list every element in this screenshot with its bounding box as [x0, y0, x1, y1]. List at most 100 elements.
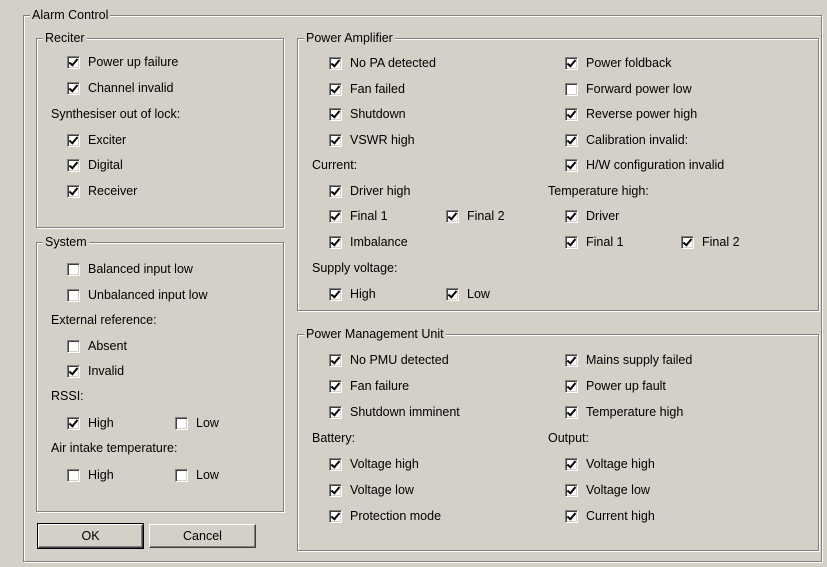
rssi-high-checkbox[interactable]: High — [67, 414, 114, 432]
calibration-invalid-checkbox-box[interactable] — [565, 133, 578, 147]
reciter-exciter-checkbox[interactable]: Exciter — [67, 131, 126, 149]
shutdown-imminent-checkbox[interactable]: Shutdown imminent — [329, 403, 460, 421]
fan-failed-checkbox-box[interactable] — [329, 82, 342, 96]
pmu-fan-failure-checkbox[interactable]: Fan failure — [329, 377, 409, 395]
shutdown-imminent-checkbox-box[interactable] — [329, 405, 342, 419]
synth-heading: Synthesiser out of lock: — [51, 107, 181, 121]
ext-ref-invalid-checkbox-box[interactable] — [67, 364, 80, 378]
pmu-temperature-high-checkbox[interactable]: Temperature high — [565, 403, 683, 421]
no-pa-detected-checkbox-box[interactable] — [329, 56, 342, 70]
pmu-fan-failure-checkbox-box[interactable] — [329, 379, 342, 393]
battery-heading: Battery: — [312, 431, 356, 445]
reciter-exciter-checkbox-box[interactable] — [67, 133, 80, 147]
reverse-power-high-checkbox[interactable]: Reverse power high — [565, 105, 697, 123]
current-final2-checkbox[interactable]: Final 2 — [446, 207, 505, 225]
reciter-receiver-checkbox-box[interactable] — [67, 184, 80, 198]
temp-final2-checkbox[interactable]: Final 2 — [681, 233, 740, 251]
current-final1-checkbox-box[interactable] — [329, 209, 342, 223]
pmu-title: Power Management Unit — [304, 327, 446, 341]
alarm-control-title: Alarm Control — [30, 8, 111, 22]
battery-voltage-high-checkbox[interactable]: Voltage high — [329, 455, 419, 473]
rssi-low-checkbox[interactable]: Low — [175, 414, 219, 432]
imbalance-checkbox-box[interactable] — [329, 235, 342, 249]
supply-high-checkbox-box[interactable] — [329, 287, 342, 301]
hw-config-invalid-checkbox-box[interactable] — [565, 158, 578, 172]
air-high-checkbox[interactable]: High — [67, 466, 114, 484]
power-foldback-checkbox[interactable]: Power foldback — [565, 54, 671, 72]
battery-voltage-high-checkbox-box[interactable] — [329, 457, 342, 471]
imbalance-checkbox[interactable]: Imbalance — [329, 233, 408, 251]
mains-supply-failed-checkbox-box[interactable] — [565, 353, 578, 367]
air-intake-heading: Air intake temperature: — [51, 441, 178, 455]
output-voltage-low-checkbox-box[interactable] — [565, 483, 578, 497]
reciter-channel-invalid-checkbox-box[interactable] — [67, 81, 80, 95]
calibration-invalid-checkbox[interactable]: Calibration invalid: — [565, 131, 688, 149]
reciter-title: Reciter — [43, 31, 87, 45]
protection-mode-checkbox-box[interactable] — [329, 509, 342, 523]
driver-high-checkbox[interactable]: Driver high — [329, 182, 410, 200]
protection-mode-checkbox[interactable]: Protection mode — [329, 507, 441, 525]
forward-power-low-checkbox-box[interactable] — [565, 82, 578, 96]
reverse-power-high-checkbox-box[interactable] — [565, 107, 578, 121]
current-final1-checkbox[interactable]: Final 1 — [329, 207, 388, 225]
no-pmu-detected-checkbox-box[interactable] — [329, 353, 342, 367]
rssi-high-checkbox-box[interactable] — [67, 416, 80, 430]
output-voltage-high-checkbox-box[interactable] — [565, 457, 578, 471]
ext-ref-invalid-checkbox[interactable]: Invalid — [67, 362, 124, 380]
reciter-receiver-checkbox[interactable]: Receiver — [67, 182, 137, 200]
power-foldback-checkbox-box[interactable] — [565, 56, 578, 70]
balanced-input-low-checkbox[interactable]: Balanced input low — [67, 260, 193, 278]
temp-final2-checkbox-box[interactable] — [681, 235, 694, 249]
rssi-heading: RSSI: — [51, 389, 84, 403]
shutdown-checkbox[interactable]: Shutdown — [329, 105, 406, 123]
current-heading: Current: — [312, 158, 358, 172]
battery-voltage-low-checkbox-box[interactable] — [329, 483, 342, 497]
cancel-button[interactable]: Cancel — [149, 524, 256, 548]
pmu-temperature-high-checkbox-box[interactable] — [565, 405, 578, 419]
air-low-checkbox[interactable]: Low — [175, 466, 219, 484]
temp-driver-checkbox[interactable]: Driver — [565, 207, 619, 225]
reciter-power-up-failure-checkbox[interactable]: Power up failure — [67, 53, 178, 71]
temperature-high-heading: Temperature high: — [548, 184, 649, 198]
reciter-digital-checkbox[interactable]: Digital — [67, 156, 123, 174]
reciter-digital-checkbox-box[interactable] — [67, 158, 80, 172]
air-high-checkbox-box[interactable] — [67, 468, 80, 482]
output-voltage-high-checkbox[interactable]: Voltage high — [565, 455, 655, 473]
vswr-high-checkbox-box[interactable] — [329, 133, 342, 147]
fan-failed-checkbox[interactable]: Fan failed — [329, 80, 405, 98]
no-pmu-detected-checkbox[interactable]: No PMU detected — [329, 351, 449, 369]
supply-low-checkbox-box[interactable] — [446, 287, 459, 301]
temp-final1-checkbox[interactable]: Final 1 — [565, 233, 624, 251]
supply-high-checkbox[interactable]: High — [329, 285, 376, 303]
output-current-high-checkbox-box[interactable] — [565, 509, 578, 523]
rssi-low-checkbox-box[interactable] — [175, 416, 188, 430]
vswr-high-checkbox[interactable]: VSWR high — [329, 131, 415, 149]
power-up-fault-checkbox-box[interactable] — [565, 379, 578, 393]
shutdown-checkbox-box[interactable] — [329, 107, 342, 121]
battery-voltage-low-checkbox[interactable]: Voltage low — [329, 481, 414, 499]
ok-button[interactable]: OK — [37, 523, 144, 549]
driver-high-checkbox-box[interactable] — [329, 184, 342, 198]
power-up-fault-checkbox[interactable]: Power up fault — [565, 377, 666, 395]
power-amplifier-title: Power Amplifier — [304, 31, 395, 45]
supply-low-checkbox[interactable]: Low — [446, 285, 490, 303]
temp-final1-checkbox-box[interactable] — [565, 235, 578, 249]
no-pa-detected-checkbox[interactable]: No PA detected — [329, 54, 436, 72]
reciter-power-up-failure-checkbox-box[interactable] — [67, 55, 80, 69]
air-low-checkbox-box[interactable] — [175, 468, 188, 482]
reciter-channel-invalid-checkbox[interactable]: Channel invalid — [67, 79, 173, 97]
ext-ref-absent-checkbox-box[interactable] — [67, 339, 80, 353]
unbalanced-input-low-checkbox-box[interactable] — [67, 288, 80, 302]
output-current-high-checkbox[interactable]: Current high — [565, 507, 655, 525]
mains-supply-failed-checkbox[interactable]: Mains supply failed — [565, 351, 692, 369]
current-final2-checkbox-box[interactable] — [446, 209, 459, 223]
forward-power-low-checkbox[interactable]: Forward power low — [565, 80, 692, 98]
output-voltage-low-checkbox[interactable]: Voltage low — [565, 481, 650, 499]
unbalanced-input-low-checkbox[interactable]: Unbalanced input low — [67, 286, 208, 304]
ext-ref-absent-checkbox[interactable]: Absent — [67, 337, 127, 355]
supply-voltage-heading: Supply voltage: — [312, 261, 398, 275]
external-reference-heading: External reference: — [51, 313, 157, 327]
balanced-input-low-checkbox-box[interactable] — [67, 262, 80, 276]
hw-config-invalid-checkbox[interactable]: H/W configuration invalid — [565, 156, 724, 174]
temp-driver-checkbox-box[interactable] — [565, 209, 578, 223]
